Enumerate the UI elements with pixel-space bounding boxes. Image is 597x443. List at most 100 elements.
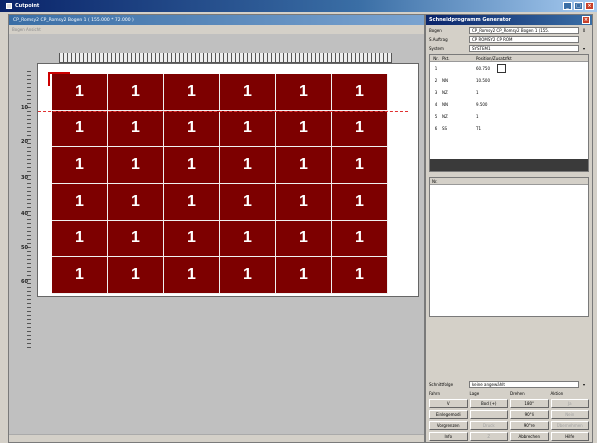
minimize-icon[interactable]: _ — [563, 2, 572, 10]
grid-cell[interactable]: 1 — [220, 110, 276, 148]
grid-cell[interactable]: 1 — [108, 147, 164, 184]
generator-panel: Schneidprogramm Generator × Bogen CP_Rom… — [425, 14, 593, 443]
program-row[interactable]: 2 NN 10.500 — [430, 74, 588, 86]
maximize-icon[interactable]: □ — [574, 2, 583, 10]
program-cell: 9.500 — [476, 101, 488, 107]
action-button[interactable]: Druck — [469, 421, 508, 430]
ruler-tick: 50 — [21, 245, 28, 251]
grid-cell[interactable]: 1 — [332, 184, 388, 221]
action-button[interactable]: Hilfe — [550, 432, 589, 441]
grid-cell[interactable]: 1 — [220, 147, 276, 184]
cursor-icon — [497, 64, 506, 73]
system-select[interactable]: SYSTEM1 — [469, 44, 579, 52]
grid-cell[interactable]: 1 — [52, 184, 108, 221]
action-button[interactable]: 90°li — [510, 410, 549, 419]
program-cell: 6 — [434, 125, 438, 131]
chevron-down-icon[interactable]: ▾ — [579, 382, 589, 387]
grid-cell[interactable]: 1 — [220, 184, 276, 221]
grid-cell[interactable]: 1 — [108, 220, 164, 258]
chevron-down-icon[interactable]: ▾ — [579, 46, 589, 51]
program-row[interactable]: 3 NZ 1 — [430, 86, 588, 98]
program-row[interactable]: 6 SS T1 — [430, 122, 588, 134]
field-extra: 0 — [582, 27, 586, 33]
sheet-canvas[interactable]: 111111111111111111111111111111111111 — [37, 63, 419, 297]
program-cell: NZ — [442, 113, 448, 119]
grid-cell[interactable]: 1 — [276, 257, 332, 294]
action-button[interactable]: Info — [429, 432, 468, 441]
selected-row-bar[interactable] — [430, 159, 588, 171]
sheet-select[interactable]: CP_Romsy2 CP_Romsy2 Bogen 1 (155. — [469, 26, 579, 34]
program-cell: NN — [442, 77, 448, 83]
program-cell: 10.500 — [476, 77, 490, 83]
action-button[interactable]: Ja — [550, 399, 589, 408]
group-title: Fahrn — [429, 391, 441, 396]
group-title: Drehen — [510, 391, 525, 396]
program-cell: 1 — [476, 89, 479, 95]
action-button[interactable]: V — [429, 399, 468, 408]
grid-cell[interactable]: 1 — [108, 110, 164, 148]
horizontal-scrollbar[interactable] — [9, 434, 424, 442]
grid-cell[interactable]: 1 — [52, 220, 108, 258]
grid-cell[interactable]: 1 — [332, 74, 388, 111]
grid-cell[interactable]: 1 — [220, 257, 276, 294]
action-button[interactable]: Einlegemodi — [429, 410, 468, 419]
action-button[interactable]: 90°re — [510, 421, 549, 430]
action-button[interactable]: 180° — [510, 399, 549, 408]
grid-cell[interactable]: 1 — [276, 110, 332, 148]
ruler-tick: 40 — [21, 211, 28, 217]
close-icon[interactable]: × — [585, 2, 594, 10]
action-button[interactable] — [469, 410, 508, 419]
grid-cell[interactable]: 1 — [332, 110, 388, 148]
program-row[interactable]: 1 60.750 — [430, 62, 588, 74]
program-cell: 1 — [476, 113, 479, 119]
program-rows: 1 60.750 2 NN 10.500 3 NZ 1 4 NN 9.500 5 NZ 1 6 SS T1 — [430, 62, 588, 134]
grid-cell[interactable]: 1 — [108, 74, 164, 111]
grid-cell[interactable]: 1 — [164, 184, 220, 221]
grid-cell[interactable]: 1 — [108, 257, 164, 294]
action-button[interactable]: Übernehmen — [550, 421, 589, 430]
vertical-ruler: 10 20 30 40 50 60 — [19, 71, 31, 351]
program-cell: NZ — [442, 89, 448, 95]
action-button[interactable]: Nein — [550, 410, 589, 419]
grid-cell[interactable]: 1 — [164, 220, 220, 258]
program-row[interactable]: 4 NN 9.500 — [430, 98, 588, 110]
ruler-tick: 10 — [21, 105, 28, 111]
program-row[interactable]: 5 NZ 1 — [430, 110, 588, 122]
grid-cell[interactable]: 1 — [164, 74, 220, 111]
grid-cell[interactable]: 1 — [164, 147, 220, 184]
program-cell: NN — [442, 101, 448, 107]
mode-select[interactable]: keine angewählt — [469, 380, 579, 388]
app-icon — [6, 3, 12, 9]
program-cell: SS — [442, 125, 448, 131]
grid-cell[interactable]: 1 — [276, 184, 332, 221]
grid-cell[interactable]: 1 — [220, 220, 276, 258]
action-button[interactable]: Abbrechen — [510, 432, 549, 441]
document-menu[interactable]: Bogen Ansicht — [9, 25, 424, 34]
button-group: Lage Bod (+) Druck Z — [469, 391, 508, 441]
grid-cell[interactable]: 1 — [276, 147, 332, 184]
mode-label: Schnittfolge — [429, 381, 454, 387]
cut-grid: 111111111111111111111111111111111111 — [52, 74, 388, 294]
program-list[interactable]: Nr. Pkt. Position/Zusatzfkt 1 60.750 2 NN 10… — [429, 54, 589, 172]
action-button[interactable]: Z — [469, 432, 508, 441]
action-button[interactable]: Bod (+) — [469, 399, 508, 408]
grid-cell[interactable]: 1 — [332, 147, 388, 184]
info-list[interactable]: Nr. — [429, 177, 589, 317]
program-cell: 60.750 — [476, 65, 490, 71]
grid-cell[interactable]: 1 — [276, 74, 332, 111]
grid-cell[interactable]: 1 — [332, 220, 388, 258]
action-button[interactable]: Vorgrenzen — [429, 421, 468, 430]
close-icon[interactable]: × — [582, 16, 590, 24]
grid-cell[interactable]: 1 — [52, 74, 108, 111]
grid-cell[interactable]: 1 — [276, 220, 332, 258]
grid-cell[interactable]: 1 — [52, 110, 108, 148]
grid-cell[interactable]: 1 — [52, 147, 108, 184]
grid-cell[interactable]: 1 — [164, 257, 220, 294]
grid-cell[interactable]: 1 — [108, 184, 164, 221]
order-field[interactable]: CP ROMSY2 CP ROM — [469, 35, 579, 43]
grid-cell[interactable]: 1 — [164, 110, 220, 148]
grid-cell[interactable]: 1 — [332, 257, 388, 294]
grid-cell[interactable]: 1 — [52, 257, 108, 294]
ruler-tick: 60 — [21, 279, 28, 285]
grid-cell[interactable]: 1 — [220, 74, 276, 111]
